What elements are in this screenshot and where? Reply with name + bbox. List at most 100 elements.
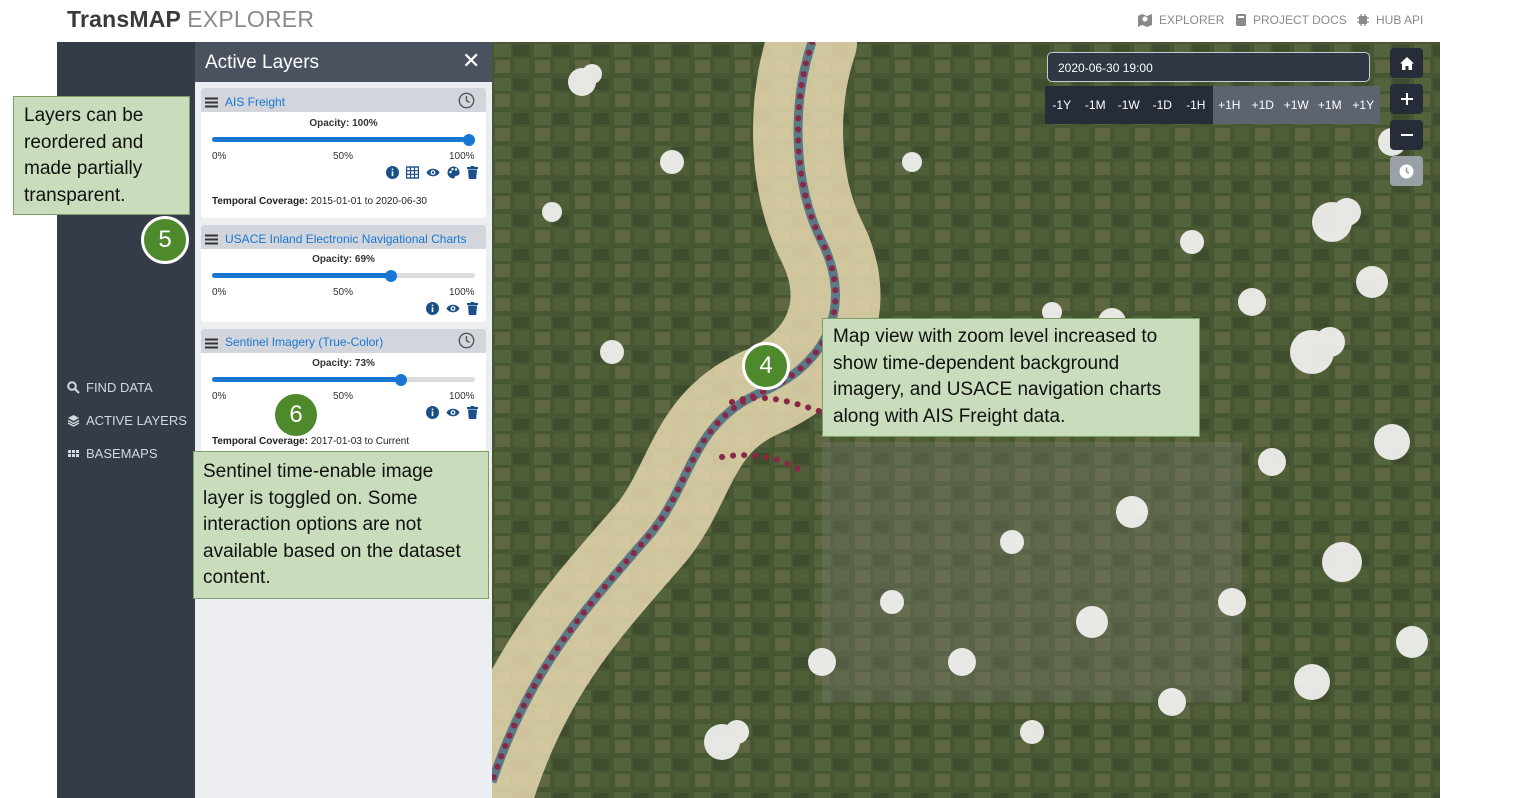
layers-icon [67, 415, 80, 427]
clock-icon[interactable] [458, 92, 475, 114]
temporal-label: Temporal Coverage: [212, 196, 308, 207]
step-minus-1m-button[interactable]: -1M [1078, 86, 1112, 124]
trash-icon[interactable] [467, 166, 478, 179]
zoom-out-button[interactable] [1390, 120, 1423, 150]
step-plus-1m-button[interactable]: +1M [1313, 86, 1347, 124]
step-plus-1h-button[interactable]: +1H [1212, 86, 1246, 124]
sidebar-item-find-data[interactable]: FIND DATA [67, 380, 153, 395]
info-icon[interactable] [426, 302, 439, 315]
tick-max: 100% [449, 391, 475, 402]
nav-explorer[interactable]: EXPLORER [1137, 13, 1224, 27]
tick-min: 0% [212, 391, 227, 402]
tick-mid: 50% [333, 287, 354, 298]
opacity-label: Opacity: 73% [201, 358, 486, 369]
panel-title: Active Layers [205, 52, 320, 73]
eye-icon[interactable] [446, 302, 460, 315]
tick-mid: 50% [333, 391, 354, 402]
temporal-value: 2017-01-03 to Current [310, 436, 410, 447]
nav-hub-api[interactable]: HUB API [1356, 13, 1423, 27]
opacity-slider-fill [212, 273, 394, 278]
close-icon[interactable]: ✕ [462, 50, 480, 72]
step-minus-1h-button[interactable]: -1H [1179, 86, 1213, 124]
table-icon[interactable] [406, 166, 419, 179]
opacity-slider[interactable] [212, 273, 475, 278]
layer-name[interactable]: AIS Freight [225, 95, 285, 109]
tick-min: 0% [212, 151, 227, 162]
search-icon [67, 381, 80, 394]
drag-handle-icon[interactable] [205, 336, 218, 354]
step-minus-1y-button[interactable]: -1Y [1045, 86, 1079, 124]
layer-name[interactable]: Sentinel Imagery (True-Color) [225, 335, 383, 349]
map-icon [1138, 14, 1152, 27]
sidebar-item-label: FIND DATA [86, 380, 153, 395]
opacity-label-text: Opacity: [312, 254, 353, 265]
step-plus-1w-button[interactable]: +1W [1279, 86, 1313, 124]
temporal-value: 2015-01-01 to 2020-06-30 [310, 196, 427, 207]
annotation-note-5: Layers can be reordered and made partial… [13, 96, 190, 215]
opacity-label: Opacity: 69% [201, 254, 486, 265]
annotation-note-4: Map view with zoom level increased to sh… [822, 318, 1200, 437]
tick-max: 100% [449, 151, 475, 162]
brand-sub: EXPLORER [187, 6, 315, 32]
palette-icon[interactable] [447, 166, 460, 179]
step-minus-1d-button[interactable]: -1D [1145, 86, 1179, 124]
info-icon[interactable] [386, 166, 399, 179]
opacity-label-text: Opacity: [309, 118, 350, 129]
sidebar-item-label: ACTIVE LAYERS [86, 413, 187, 428]
book-icon [1236, 14, 1246, 26]
step-plus-1y-button[interactable]: +1Y [1346, 86, 1380, 124]
datetime-input[interactable]: 2020-06-30 19:00 [1047, 52, 1370, 82]
info-icon[interactable] [426, 406, 439, 419]
time-toggle-button[interactable] [1390, 156, 1423, 186]
zoom-in-button[interactable] [1390, 84, 1423, 114]
opacity-slider-handle[interactable] [463, 134, 475, 146]
annotation-note-6: Sentinel time-enable image layer is togg… [193, 451, 489, 599]
layer-actions [426, 302, 478, 315]
clock-icon[interactable] [458, 332, 475, 354]
sidebar-item-label: BASEMAPS [86, 446, 158, 461]
opacity-slider-fill [212, 377, 404, 382]
annotation-badge-6: 6 [272, 391, 320, 439]
time-step-bar: -1Y -1M -1W -1D -1H +1H +1D +1W +1M +1Y [1045, 86, 1380, 124]
opacity-label-text: Opacity: [312, 358, 353, 369]
opacity-slider-handle[interactable] [395, 374, 407, 386]
trash-icon[interactable] [467, 302, 478, 315]
eye-icon[interactable] [446, 406, 460, 419]
opacity-label: Opacity: 100% [201, 118, 486, 129]
drag-handle-icon[interactable] [205, 232, 218, 250]
clock-icon [1399, 164, 1414, 178]
tick-mid: 50% [333, 151, 354, 162]
opacity-value: 100% [352, 118, 378, 129]
drag-handle-icon[interactable] [205, 95, 218, 113]
opacity-slider[interactable] [212, 377, 475, 382]
trash-icon[interactable] [467, 406, 478, 419]
chip-icon [1357, 14, 1369, 26]
step-plus-1d-button[interactable]: +1D [1246, 86, 1280, 124]
sidebar-item-basemaps[interactable]: BASEMAPS [67, 446, 158, 461]
opacity-slider[interactable] [212, 137, 475, 142]
home-button[interactable] [1390, 48, 1423, 78]
tick-min: 0% [212, 287, 227, 298]
annotation-badge-4: 4 [742, 342, 790, 390]
brand-main: TransMAP [67, 6, 181, 32]
opacity-value: 69% [354, 254, 375, 265]
sidebar-item-active-layers[interactable]: ACTIVE LAYERS [67, 413, 187, 428]
nav-hub-api-label: HUB API [1376, 13, 1424, 27]
nav-project-docs-label: PROJECT DOCS [1253, 13, 1347, 27]
opacity-slider-fill [212, 137, 475, 142]
minus-icon [1400, 134, 1413, 136]
opacity-value: 73% [354, 358, 375, 369]
opacity-slider-handle[interactable] [385, 270, 397, 282]
home-icon [1399, 56, 1414, 70]
eye-icon[interactable] [426, 166, 440, 179]
layer-actions [386, 166, 478, 179]
grid-icon [68, 450, 79, 457]
tick-max: 100% [449, 287, 475, 298]
nav-explorer-label: EXPLORER [1159, 13, 1225, 27]
annotation-badge-5: 5 [141, 216, 189, 264]
plus-icon [1400, 93, 1413, 105]
layer-actions [426, 406, 478, 419]
nav-project-docs[interactable]: PROJECT DOCS [1235, 13, 1347, 27]
step-minus-1w-button[interactable]: -1W [1112, 86, 1146, 124]
layer-name[interactable]: USACE Inland Electronic Navigational Cha… [225, 232, 466, 246]
